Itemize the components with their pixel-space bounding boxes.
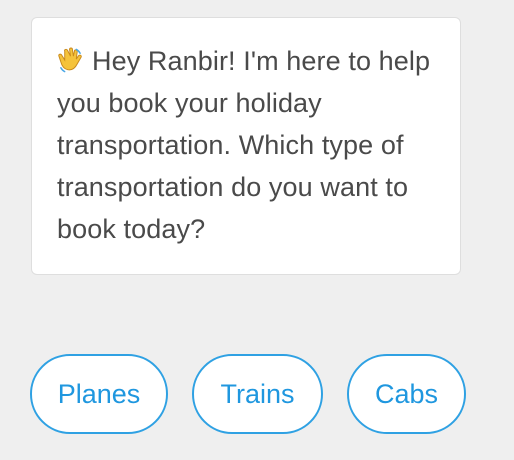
trains-button[interactable]: Trains	[192, 354, 323, 434]
waving-hand-icon	[58, 47, 82, 73]
cabs-button[interactable]: Cabs	[347, 354, 466, 434]
planes-button[interactable]: Planes	[30, 354, 168, 434]
bot-message: Hey Ranbir! I'm here to help you book yo…	[57, 40, 436, 250]
bot-message-text: Hey Ranbir! I'm here to help you book yo…	[57, 46, 431, 244]
bot-message-bubble: Hey Ranbir! I'm here to help you book yo…	[31, 17, 461, 275]
quick-replies: Planes Trains Cabs	[30, 354, 514, 434]
